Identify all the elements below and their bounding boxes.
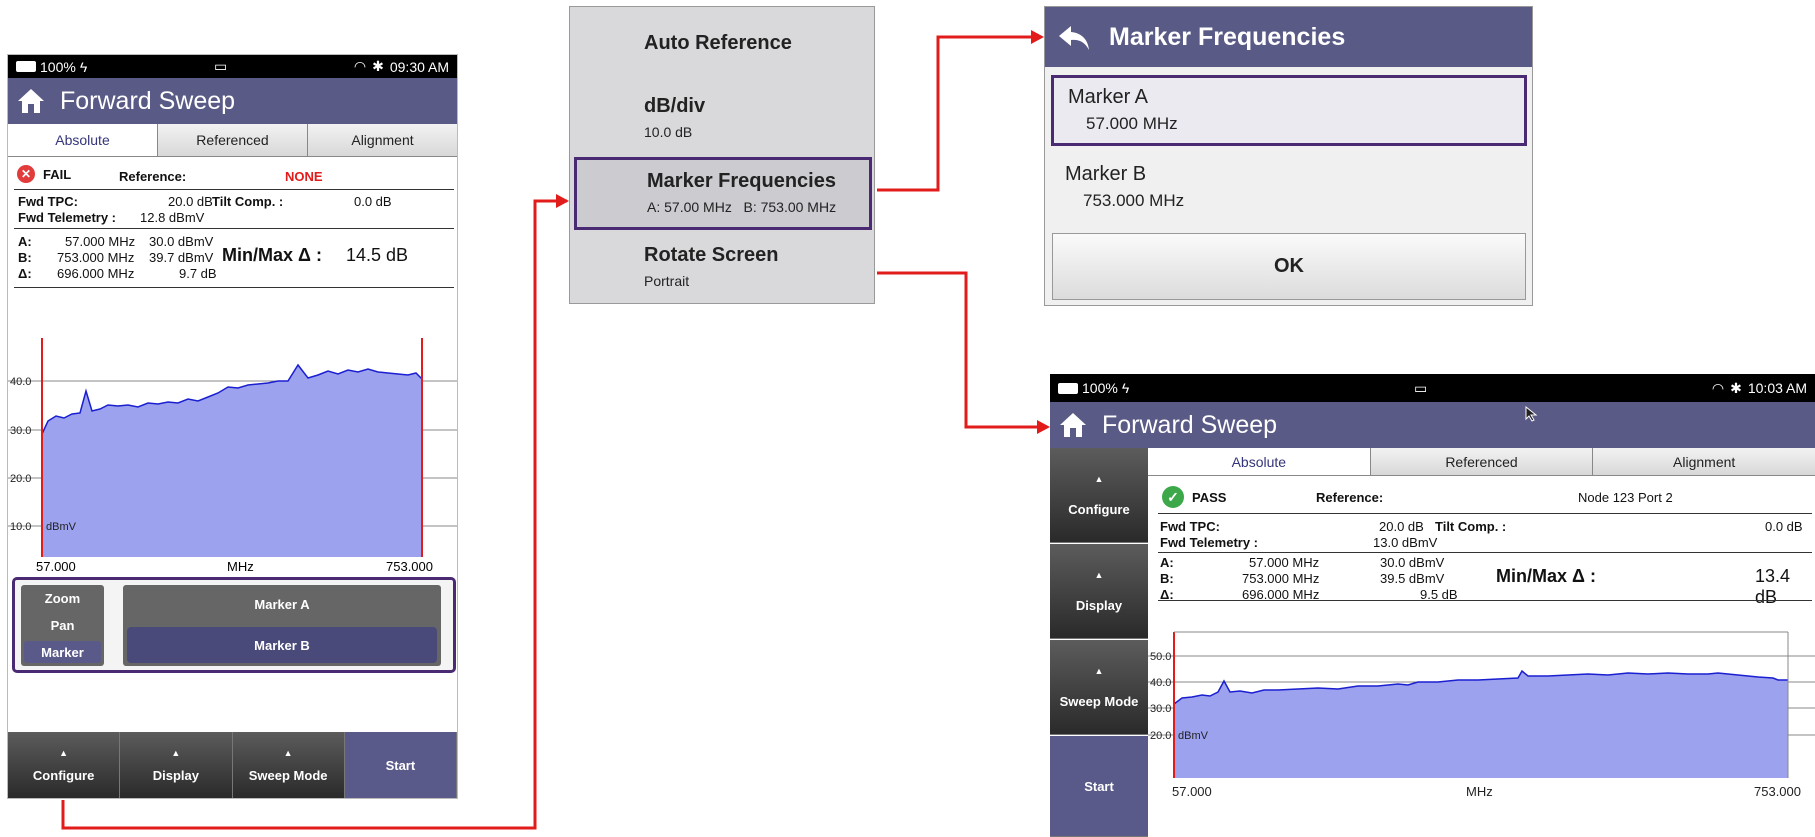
flow-connectors: [61, 30, 1050, 830]
connector-menu-to-landscape: [877, 271, 1046, 429]
connector-menu-to-dialog: [877, 35, 1040, 192]
arrowhead: [1037, 420, 1050, 434]
connector-configure-to-menu: [61, 199, 567, 830]
composite-canvas: 100% ϟ ▭ ◠ ✱ 09:30 AM Forward Sweep Abso…: [0, 0, 1815, 837]
arrowhead: [556, 194, 569, 208]
arrowhead: [1031, 30, 1044, 44]
